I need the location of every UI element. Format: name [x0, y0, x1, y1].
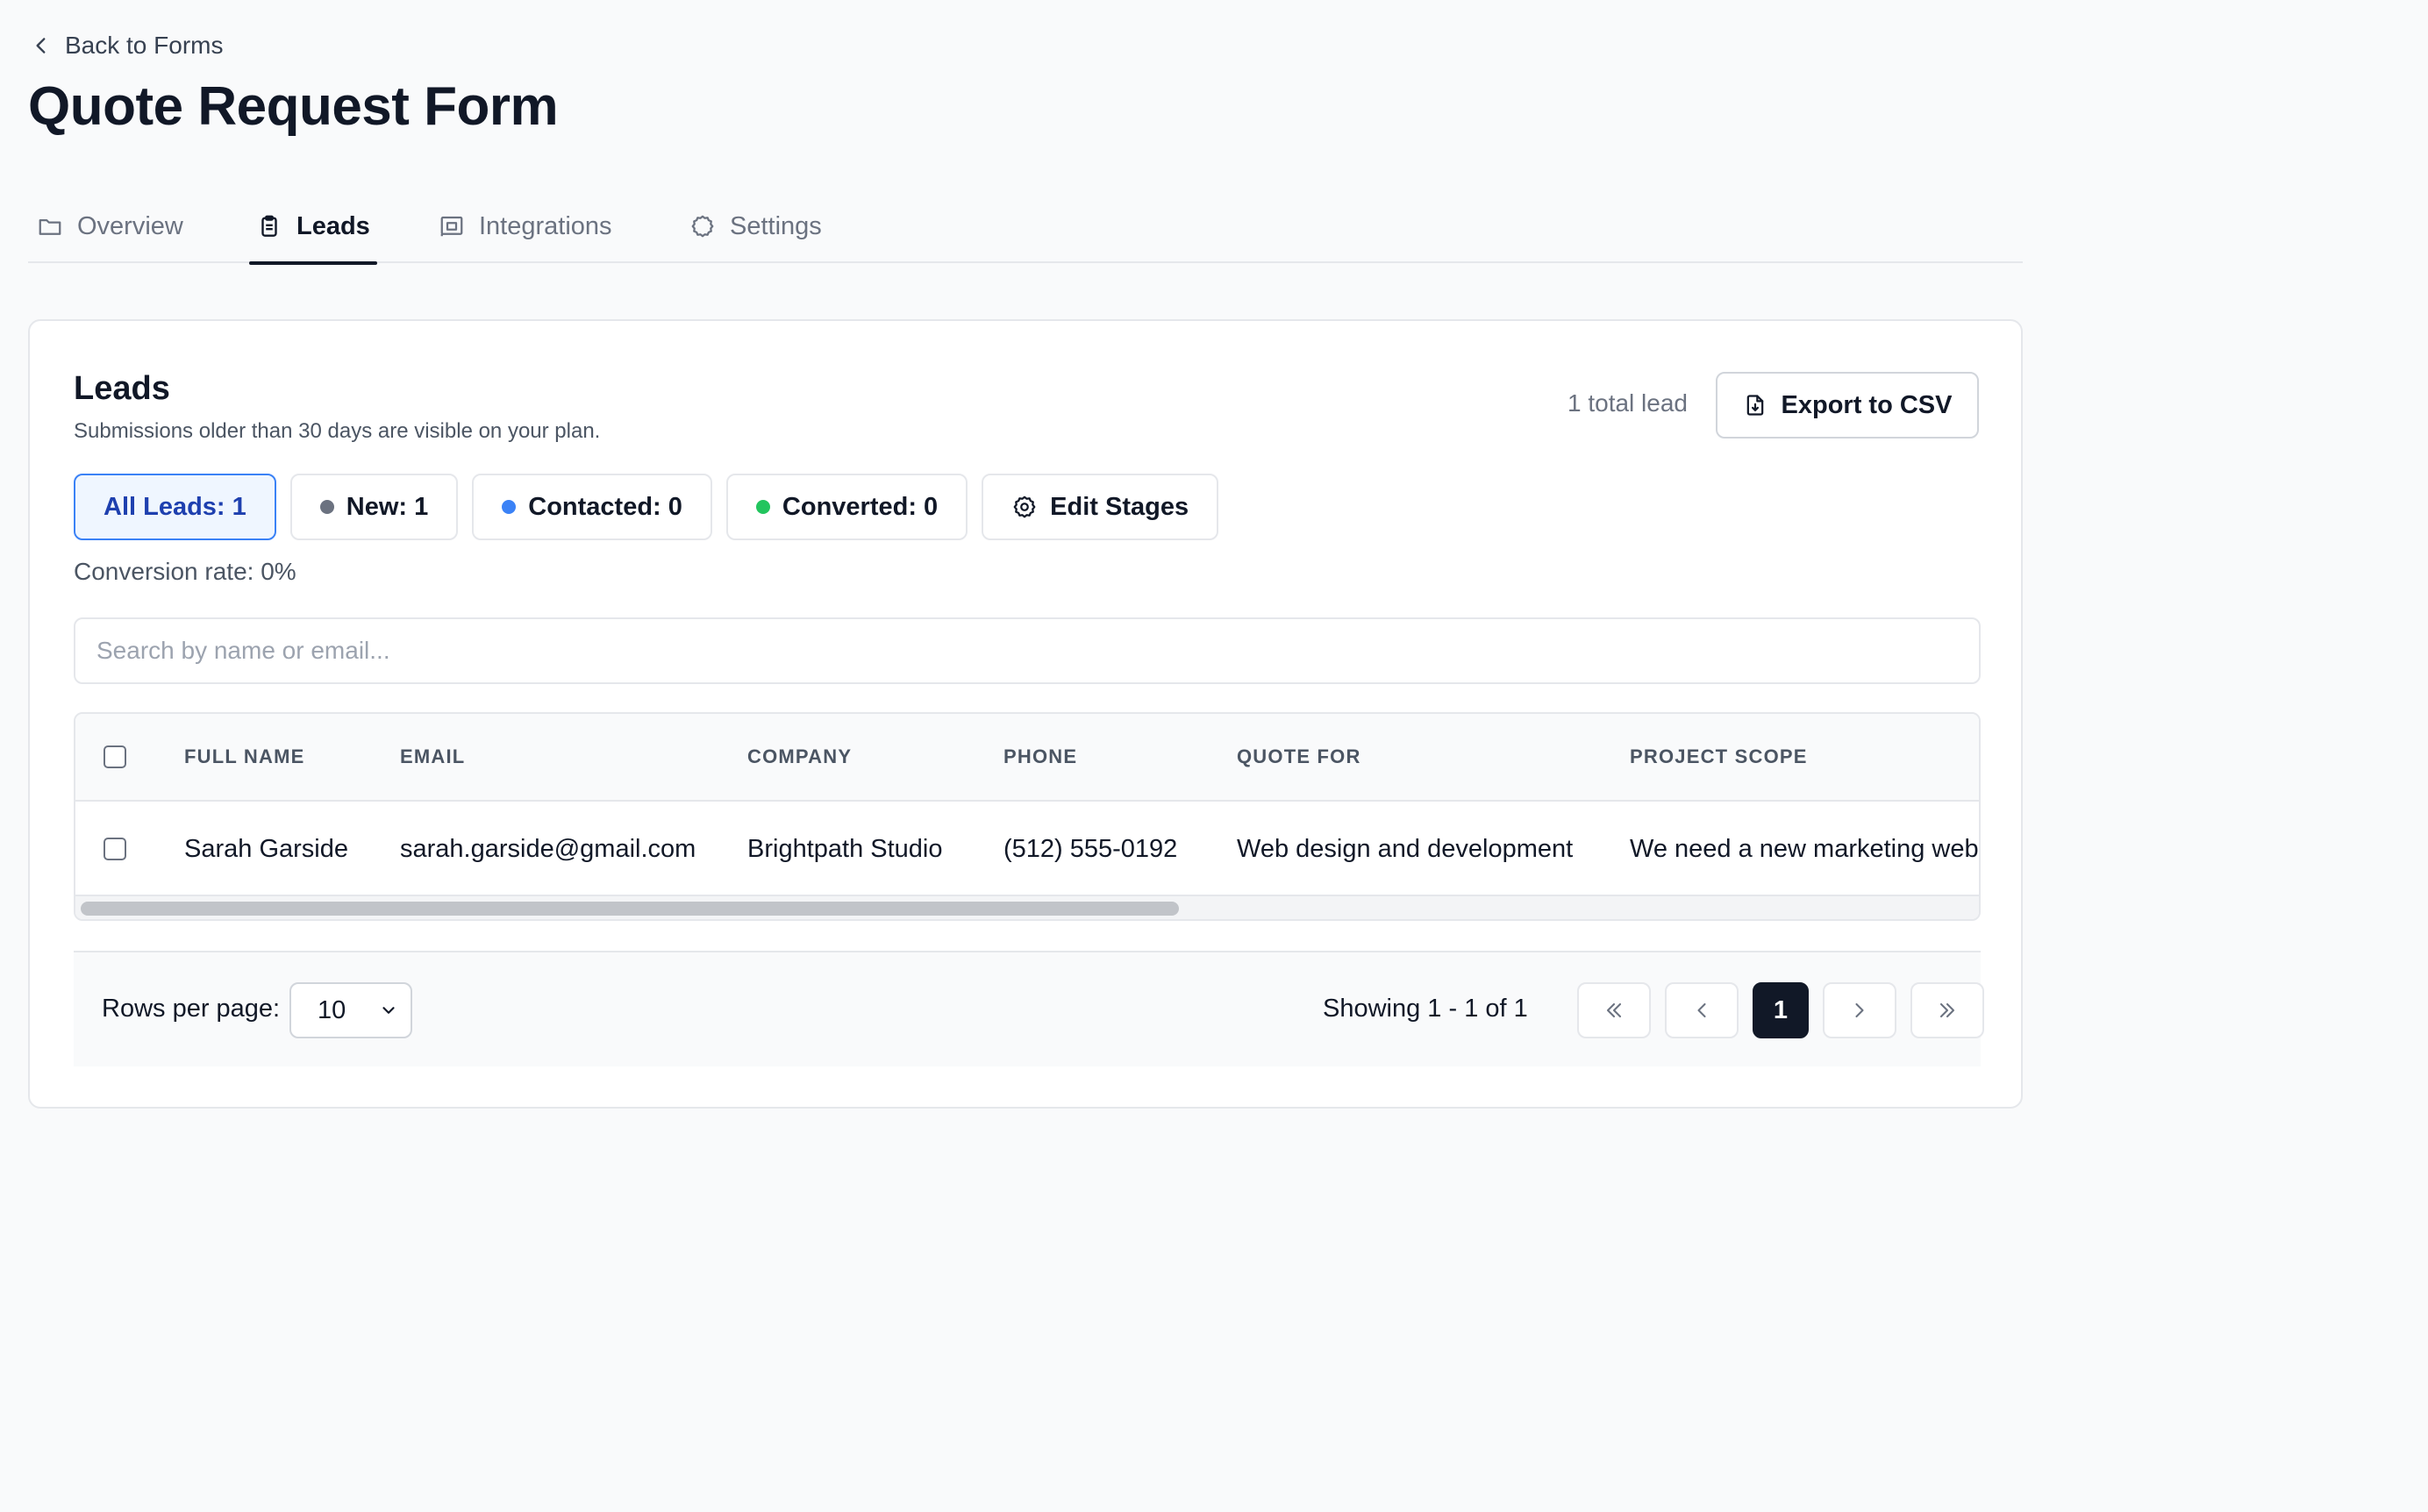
chevron-left-icon [30, 34, 53, 57]
filter-label: Converted: 0 [782, 492, 939, 521]
gear-icon [1011, 494, 1038, 520]
rows-per-page-label: Rows per page: [102, 995, 281, 1023]
column-header[interactable]: PROJECT SCOPE [1630, 714, 1808, 800]
leads-table: FULL NAME EMAIL COMPANY PHONE QUOTE FOR … [74, 712, 1981, 921]
clipboard-icon [256, 213, 282, 239]
first-page-button[interactable] [1577, 982, 1651, 1038]
search-input[interactable] [74, 617, 1981, 684]
tab-settings[interactable]: Settings [682, 200, 829, 263]
table-row[interactable]: Sarah Garside sarah.garside@gmail.com Br… [75, 802, 1979, 896]
tab-label: Overview [77, 211, 183, 240]
tab-leads[interactable]: Leads [249, 200, 377, 265]
tab-label: Settings [730, 211, 822, 240]
back-to-forms-link[interactable]: Back to Forms [30, 28, 223, 63]
tab-overview[interactable]: Overview [30, 200, 190, 263]
tab-label: Integrations [479, 211, 612, 240]
cell-phone: (512) 555-0192 [1003, 834, 1178, 863]
chevrons-right-icon [1935, 998, 1960, 1023]
scrollbar-thumb[interactable] [81, 902, 1179, 916]
folder-icon [37, 213, 63, 239]
conversion-rate: Conversion rate: 0% [74, 558, 296, 585]
chevron-right-icon [1847, 998, 1872, 1023]
select-all-cell [104, 714, 126, 800]
filter-contacted[interactable]: Contacted: 0 [472, 474, 712, 540]
file-export-icon [1743, 393, 1767, 417]
cell-company: Brightpath Studio [747, 834, 943, 863]
row-checkbox[interactable] [104, 838, 126, 860]
horizontal-scrollbar[interactable] [75, 895, 1979, 919]
row-select-cell [104, 802, 126, 896]
leads-card: Leads Submissions older than 30 days are… [28, 319, 2023, 1109]
page: Back to Forms Quote Request Form Overvie… [0, 0, 2428, 1512]
total-lead-count: 1 total lead [1567, 389, 1688, 417]
column-header[interactable]: QUOTE FOR [1237, 714, 1361, 800]
stage-dot-contacted [502, 500, 517, 514]
stage-dot-converted [755, 500, 770, 514]
filter-label: Contacted: 0 [528, 492, 682, 521]
cell-full-name: Sarah Garside [184, 834, 348, 863]
showing-range: Showing 1 - 1 of 1 [1323, 995, 1528, 1023]
column-header[interactable]: EMAIL [400, 714, 465, 800]
cell-project-scope: We need a new marketing websi [1630, 834, 1981, 863]
filter-label: All Leads: 1 [104, 492, 246, 521]
table-header: FULL NAME EMAIL COMPANY PHONE QUOTE FOR … [75, 714, 1979, 802]
edit-stages-button[interactable]: Edit Stages [982, 474, 1219, 540]
column-header[interactable]: FULL NAME [184, 714, 305, 800]
tab-bar: Overview Leads Integrations Settings [28, 200, 2023, 265]
last-page-button[interactable] [1910, 982, 1984, 1038]
leads-title: Leads [74, 370, 170, 407]
rows-per-page-select[interactable]: 10 [289, 982, 412, 1038]
stage-filters: All Leads: 1 New: 1 Contacted: 0 Convert… [74, 474, 1219, 540]
page-button-current[interactable]: 1 [1753, 982, 1809, 1038]
integration-icon [439, 213, 465, 239]
pagination-bar: Rows per page: 10 Showing 1 - 1 of 1 1 [74, 951, 1984, 1066]
cell-email: sarah.garside@gmail.com [400, 834, 696, 863]
tab-integrations[interactable]: Integrations [432, 200, 619, 263]
filter-all-leads[interactable]: All Leads: 1 [74, 474, 276, 540]
cell-quote-for: Web design and development [1237, 834, 1574, 863]
gear-icon [689, 213, 716, 239]
back-link-label: Back to Forms [65, 32, 224, 59]
page-title: Quote Request Form [28, 76, 559, 137]
filter-converted[interactable]: Converted: 0 [725, 474, 968, 540]
export-label: Export to CSV [1781, 390, 1953, 419]
rows-per-page-value: 10 [318, 995, 346, 1024]
chevron-left-icon [1689, 998, 1714, 1023]
column-header[interactable]: PHONE [1003, 714, 1077, 800]
column-header[interactable]: COMPANY [747, 714, 852, 800]
next-page-button[interactable] [1823, 982, 1896, 1038]
select-all-checkbox[interactable] [104, 745, 126, 768]
filter-label: Edit Stages [1050, 492, 1189, 521]
chevron-down-icon [379, 1001, 398, 1020]
chevrons-left-icon [1602, 998, 1626, 1023]
stage-dot-new [319, 500, 334, 514]
previous-page-button[interactable] [1665, 982, 1739, 1038]
leads-subtitle: Submissions older than 30 days are visib… [74, 419, 601, 443]
tab-label: Leads [296, 211, 370, 240]
filter-new[interactable]: New: 1 [289, 474, 459, 540]
export-csv-button[interactable]: Export to CSV [1716, 372, 1979, 439]
filter-label: New: 1 [346, 492, 429, 521]
